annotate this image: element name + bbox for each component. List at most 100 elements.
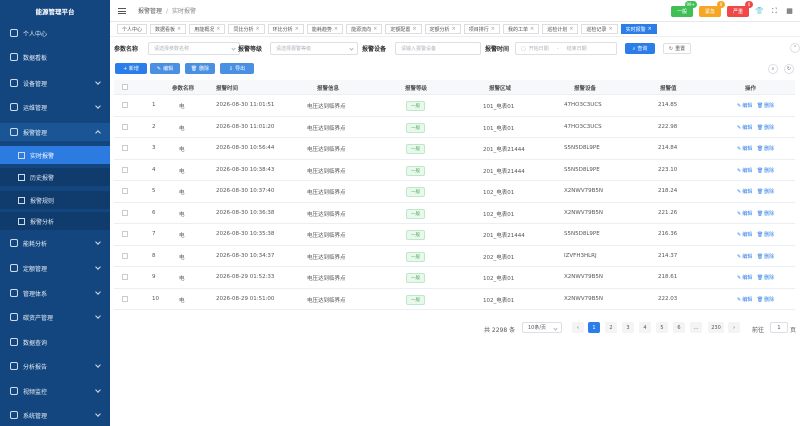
row-checkbox[interactable] — [122, 274, 128, 282]
row-edit-button[interactable]: ✎编辑 — [737, 254, 753, 260]
date-range-picker[interactable]: ▢ 开始日期 - 结束日期 — [515, 42, 617, 55]
sidebar-subitem-realtime-alarm[interactable]: 实时报警 — [0, 146, 110, 164]
row-delete-button[interactable]: 🗑删除 — [757, 189, 775, 195]
tab-ranking[interactable]: 项目排行 × — [463, 24, 500, 34]
row-delete-button[interactable]: 🗑删除 — [757, 125, 775, 131]
row-edit-button[interactable]: ✎编辑 — [737, 297, 753, 303]
tab-flow[interactable]: 能源流向 × — [346, 24, 383, 34]
page-button[interactable]: 1 — [588, 322, 600, 333]
row-edit-button[interactable]: ✎编辑 — [737, 168, 753, 174]
row-checkbox[interactable] — [122, 252, 128, 261]
sidebar-item-device[interactable]: 设备管理 — [0, 74, 110, 92]
tab-trend[interactable]: 能耗趋势 × — [306, 24, 344, 34]
add-button[interactable]: + 新增 — [115, 63, 147, 74]
row-checkbox[interactable] — [122, 123, 128, 132]
sidebar-item-quota[interactable]: 定额管理 — [0, 259, 110, 277]
sidebar-item-data-query[interactable]: 数据查询 — [0, 333, 110, 351]
sidebar-item-management-system[interactable]: 管理体系 — [0, 284, 110, 302]
page-button[interactable]: 4 — [639, 322, 651, 333]
row-delete-button[interactable]: 🗑删除 — [757, 168, 775, 174]
grid-icon[interactable]: ▦ — [785, 7, 794, 16]
sidebar-item-label: 分析报告 — [23, 363, 48, 371]
sidebar-item-maintenance[interactable]: 运维管理 — [0, 98, 110, 116]
tab-inspection-record[interactable]: 巡检记录 × — [581, 24, 618, 34]
sidebar-item-carbon[interactable]: 碳资产管理 — [0, 308, 110, 326]
row-edit-button[interactable]: ✎编辑 — [737, 275, 753, 281]
tab-energy-overview[interactable]: 用能概况 × — [189, 24, 226, 34]
edit-button[interactable]: ✎ 编辑 — [150, 63, 180, 74]
tab-quota-config[interactable]: 定额配置 × — [385, 24, 422, 34]
level-select[interactable]: 请选择报警等级 — [270, 42, 358, 55]
sidebar-item-energy-analysis[interactable]: 能耗分析 — [0, 234, 110, 252]
tab-mom[interactable]: 环比分析 × — [267, 24, 304, 34]
cell-info: 电压达到临界点 — [307, 190, 346, 196]
page-button[interactable]: 3 — [622, 322, 634, 333]
row-checkbox[interactable] — [122, 209, 128, 218]
sidebar-subitem-alarm-rules[interactable]: 报警规则 — [0, 191, 110, 209]
sidebar-item-video[interactable]: 视频监控 — [0, 382, 110, 400]
sidebar-subitem-history-alarm[interactable]: 历史报警 — [0, 168, 110, 186]
tab-personal-center[interactable]: 个人中心 — [117, 24, 148, 34]
row-edit-button[interactable]: ✎编辑 — [737, 232, 753, 238]
select-all-checkbox[interactable] — [122, 84, 128, 92]
sidebar-item-alarm[interactable]: 报警管理 — [0, 123, 110, 141]
fullscreen-icon[interactable]: ⛶ — [770, 7, 779, 16]
sidebar-item-system-settings[interactable]: 系统管理 — [0, 406, 110, 424]
row-checkbox[interactable] — [122, 102, 128, 110]
collapse-icon[interactable]: ⌃ — [790, 43, 800, 53]
row-edit-button[interactable]: ✎编辑 — [737, 146, 753, 152]
refresh-icon[interactable]: ↻ — [784, 64, 794, 74]
row-delete-button[interactable]: 🗑删除 — [757, 275, 775, 281]
tab-inspection-plan[interactable]: 巡检计划 × — [542, 24, 579, 34]
tab-realtime-alarm[interactable]: 实时报警 × — [620, 24, 657, 34]
goto-page-input[interactable]: 1 — [770, 322, 788, 333]
row-delete-button[interactable]: 🗑删除 — [757, 254, 775, 260]
menu-toggle-icon[interactable] — [118, 7, 126, 14]
row-delete-button[interactable]: 🗑删除 — [757, 103, 775, 109]
page-button[interactable]: 5 — [656, 322, 668, 333]
alarm-severe-button[interactable]: 严重 0 — [726, 0, 753, 17]
cell-area: 102_电表01 — [483, 276, 515, 282]
row-checkbox[interactable] — [122, 145, 128, 153]
tab-workorder[interactable]: 我的工单 × — [502, 24, 540, 34]
tab-data-board[interactable]: 数据看板 × — [150, 24, 187, 34]
delete-button[interactable]: 🗑 删除 — [185, 63, 215, 74]
row-edit-button[interactable]: ✎编辑 — [737, 189, 753, 195]
search-toggle-icon[interactable]: ⌕ — [768, 64, 778, 74]
row-delete-button[interactable]: 🗑删除 — [757, 146, 775, 152]
next-page-button[interactable]: › — [728, 322, 740, 333]
more-pages-button[interactable]: ... — [690, 322, 702, 333]
chevron-down-icon — [231, 46, 236, 51]
page-button[interactable]: 2 — [605, 322, 617, 333]
row-delete-button[interactable]: 🗑删除 — [757, 211, 775, 217]
prev-page-button[interactable]: ‹ — [572, 322, 584, 333]
tab-yoy[interactable]: 同比分析 × — [228, 24, 265, 34]
row-delete-button[interactable]: 🗑删除 — [757, 297, 775, 303]
alarm-urgent-button[interactable]: 紧急 0 — [698, 0, 725, 17]
device-input[interactable]: 请输入报警设备 — [395, 42, 481, 55]
row-checkbox[interactable] — [122, 188, 128, 196]
page-button[interactable]: 230 — [708, 322, 724, 333]
row-edit-button[interactable]: ✎编辑 — [737, 211, 753, 217]
row-checkbox[interactable] — [122, 166, 128, 175]
page-size-select[interactable]: 10条/页 — [522, 322, 562, 333]
row-edit-button[interactable]: ✎编辑 — [737, 125, 753, 131]
alarm-normal-button[interactable]: 一般 99+ — [670, 0, 697, 17]
page-button[interactable]: 6 — [673, 322, 685, 333]
level-badge: 一般 — [406, 187, 425, 197]
tab-quota-analysis[interactable]: 定额分析 × — [424, 24, 461, 34]
row-edit-button[interactable]: ✎编辑 — [737, 103, 753, 109]
row-checkbox[interactable] — [122, 295, 128, 304]
shirt-icon[interactable]: 👕 — [755, 7, 764, 16]
sidebar-subitem-alarm-analysis[interactable]: 报警分析 — [0, 212, 110, 230]
row-checkbox[interactable] — [122, 231, 128, 239]
row-delete-button[interactable]: 🗑删除 — [757, 232, 775, 238]
search-button[interactable]: ⌕ 查询 — [625, 43, 655, 54]
breadcrumb-item[interactable]: 报警管理 — [138, 8, 162, 15]
export-button[interactable]: ⇩ 导出 — [220, 63, 254, 74]
sidebar-item-report[interactable]: 分析报告 — [0, 357, 110, 375]
sidebar-item-personal-center[interactable]: 个人中心 — [0, 24, 110, 42]
sidebar-item-data-board[interactable]: 数据看板 — [0, 48, 110, 66]
reset-button[interactable]: ↻ 重置 — [663, 43, 691, 54]
param-select[interactable]: 请选择参数名称 — [148, 42, 240, 55]
